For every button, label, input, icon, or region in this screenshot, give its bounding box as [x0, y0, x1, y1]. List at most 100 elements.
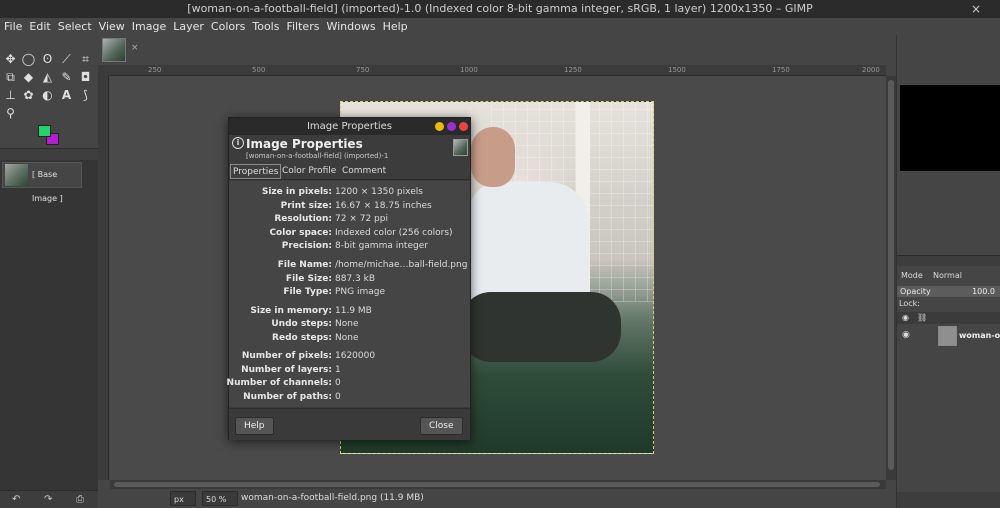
horizontal-scroll-thumb[interactable]: [114, 482, 880, 487]
menu-select[interactable]: Select: [54, 18, 95, 35]
dialog-tabs: Properties Color Profile Comment: [229, 164, 470, 180]
horizontal-scrollbar[interactable]: [110, 480, 886, 489]
vertical-ruler: [98, 76, 109, 480]
vertical-scroll-thumb[interactable]: [888, 80, 894, 470]
history-base-image[interactable]: [ Base Image ]: [2, 162, 82, 203]
undo-icon[interactable]: ↶: [12, 491, 20, 508]
dialog-window-title: Image Properties: [306, 121, 393, 132]
image-canvas[interactable]: [110, 76, 886, 480]
prop-file-name: File Name:/home/michae…ball-field.png: [277, 260, 468, 270]
layers-actions: [897, 492, 1000, 508]
prop-resolution: Resolution: 72 × 72 ppi: [274, 214, 388, 224]
mode-label: Mode: [901, 271, 923, 280]
print-icon[interactable]: ⎙: [76, 491, 84, 508]
eraser-icon[interactable]: ◘: [77, 69, 94, 86]
vertical-scrollbar[interactable]: [886, 76, 896, 480]
layer-row[interactable]: ◉ woman-on-a: [897, 325, 1000, 347]
unit-dropdown[interactable]: px: [170, 491, 196, 506]
close-button[interactable]: Close: [420, 417, 463, 435]
layers-dock-tabs[interactable]: [897, 255, 1000, 266]
menu-tools[interactable]: Tools: [248, 18, 282, 35]
menu-bar: File Edit Select View Image Layer Colors Tools F…: [0, 18, 1000, 35]
move-tool-icon[interactable]: ✥: [2, 51, 19, 68]
layer-mode-row: Mode Normal: [897, 268, 1000, 284]
color-picker-icon[interactable]: ⟆: [77, 87, 94, 104]
ruler-tick: 1750: [772, 66, 790, 74]
ruler-tick: 500: [252, 66, 266, 74]
image-tab-close-icon[interactable]: ×: [131, 43, 139, 53]
lock-row: Lock:: [897, 298, 1000, 310]
image-properties-dialog: Image Properties i Image Properties [wom…: [226, 117, 471, 440]
tab-color-profile[interactable]: Color Profile: [280, 164, 338, 179]
info-icon: i: [232, 137, 244, 149]
ellipse-select-icon[interactable]: ◯: [20, 51, 37, 68]
mode-dropdown[interactable]: Normal: [933, 268, 962, 284]
clone-tool-icon[interactable]: ⊥: [2, 87, 19, 104]
image-tab-thumbnail[interactable]: [102, 38, 126, 62]
crop-tool-icon[interactable]: ⌗: [77, 51, 94, 68]
paintbrush-icon[interactable]: ✎: [58, 69, 75, 86]
window-title: [woman-on-a-football-field] (imported)-1…: [187, 2, 813, 15]
zoom-tool-icon[interactable]: ⚲: [2, 105, 19, 122]
prop-undo-steps: Undo steps: None: [271, 319, 359, 329]
menu-windows[interactable]: Windows: [322, 18, 378, 35]
menu-view[interactable]: View: [95, 18, 128, 35]
dialog-image-thumbnail: [453, 139, 468, 156]
image-tab-strip: ×: [98, 35, 896, 65]
redo-icon[interactable]: ↷: [44, 491, 52, 508]
prop-print-size: Print size: 16.67 × 18.75 inches: [280, 201, 432, 211]
menu-help[interactable]: Help: [379, 18, 411, 35]
prop-number-of-layers: Number of layers: 1: [241, 365, 341, 375]
layer-thumbnail: [938, 326, 957, 346]
dialog-title-bar: Image Properties: [229, 118, 470, 135]
base-image-label: [ Base Image ]: [32, 170, 63, 203]
status-message: woman-on-a-football-field.png (11.9 MB): [241, 493, 424, 503]
fuzzy-select-icon[interactable]: ⟋: [58, 51, 75, 68]
layer-visibility-icon[interactable]: ◉: [902, 330, 910, 340]
opacity-label: Opacity: [900, 287, 931, 296]
dialog-minimize-icon[interactable]: [435, 122, 444, 131]
menu-image[interactable]: Image: [128, 18, 169, 35]
brush-preview: [900, 85, 1000, 171]
prop-precision: Precision: 8-bit gamma integer: [281, 241, 428, 251]
menu-filters[interactable]: Filters: [282, 18, 322, 35]
dodge-tool-icon[interactable]: ◐: [39, 87, 56, 104]
menu-file[interactable]: File: [0, 18, 25, 35]
prop-number-of-channels: Number of channels: 0: [226, 378, 341, 388]
opacity-value: 100.0: [972, 287, 995, 296]
horizontal-ruler: 250 500 750 1000 1250 1500 1750 2000: [110, 65, 886, 76]
prop-size-in-memory: Size in memory: 11.9 MB: [250, 306, 372, 316]
opacity-slider[interactable]: Opacity 100.0: [897, 286, 1000, 297]
dialog-header-title: Image Properties: [246, 137, 363, 151]
base-image-thumbnail: [5, 164, 28, 186]
text-tool-icon[interactable]: A: [58, 87, 75, 104]
zoom-dropdown[interactable]: 50 %: [202, 491, 238, 506]
menu-layer[interactable]: Layer: [169, 18, 207, 35]
free-select-icon[interactable]: ʘ: [39, 51, 56, 68]
lock-label: Lock:: [899, 299, 920, 308]
dialog-close-icon[interactable]: [459, 122, 468, 131]
warp-tool-icon[interactable]: ◆: [20, 69, 37, 86]
layer-name: woman-on-a: [959, 331, 1000, 340]
images-panel-tabs[interactable]: [0, 148, 98, 160]
prop-size-in-pixels: Size in pixels: 1200 × 1350 pixels: [261, 187, 423, 197]
visibility-column-icon: ◉: [902, 313, 909, 322]
tab-properties[interactable]: Properties: [230, 164, 282, 179]
prop-file-type: File Type: PNG image: [283, 287, 386, 297]
ruler-tick: 750: [356, 66, 370, 74]
smudge-tool-icon[interactable]: ✿: [20, 87, 37, 104]
dialog-maximize-icon[interactable]: [447, 122, 456, 131]
menu-edit[interactable]: Edit: [25, 18, 53, 35]
photo-subject-head: [471, 127, 515, 187]
foreground-color-swatch[interactable]: [38, 125, 51, 137]
paint-bucket-icon[interactable]: ◭: [39, 69, 56, 86]
layers-header: ◉ ⛓: [897, 312, 1000, 324]
transform-tool-icon[interactable]: ⧉: [2, 69, 19, 86]
menu-colors[interactable]: Colors: [207, 18, 248, 35]
help-button[interactable]: Help: [235, 417, 274, 435]
history-panel: [ Base Image ]: [0, 160, 98, 490]
window-close-icon[interactable]: ×: [970, 3, 982, 15]
prop-color-space: Color space: Indexed color (256 colors): [269, 228, 453, 238]
tab-comment[interactable]: Comment: [340, 164, 388, 179]
toolbox: ✥ ◯ ʘ ⟋ ⌗ ⧉ ◆ ◭ ✎ ◘ ⊥ ✿ ◐ A ⟆ ⚲ [ Base I…: [0, 35, 98, 508]
